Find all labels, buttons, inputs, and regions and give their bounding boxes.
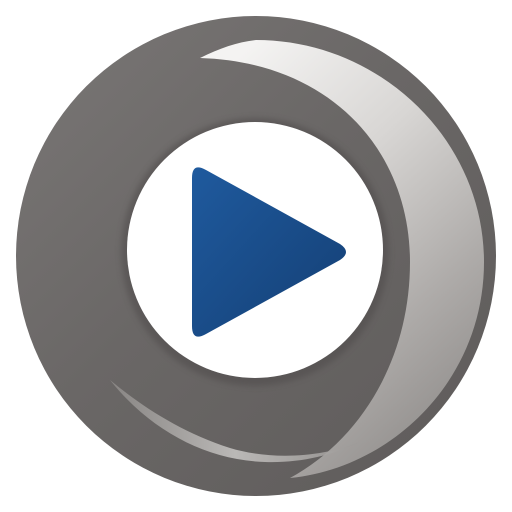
app-icon-canvas [0,0,512,512]
play-logo[interactable] [0,0,512,512]
